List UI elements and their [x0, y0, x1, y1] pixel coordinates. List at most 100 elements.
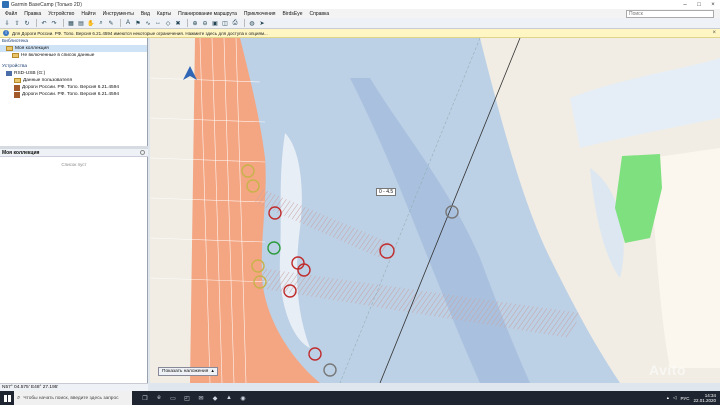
watermark-logo: Avito: [649, 362, 686, 378]
tree-item-label: Не включенные в список данные: [21, 53, 95, 58]
menu-edit[interactable]: Правка: [24, 11, 41, 17]
route-icon[interactable]: A: [124, 19, 132, 27]
waypoint-icon[interactable]: ⚑: [134, 19, 142, 27]
menu-device[interactable]: Устройство: [48, 11, 74, 17]
status-coordinates: N57° 04.575' E48° 27.195': [0, 383, 148, 391]
refresh-icon[interactable]: ↻: [23, 19, 31, 27]
area-icon[interactable]: ◇: [164, 19, 172, 27]
taskbar: ⌕ Чтобы начать поиск, введите здесь запр…: [0, 391, 720, 405]
tree-item-user-data[interactable]: Данные пользователя: [0, 77, 147, 84]
tree-item-collection[interactable]: Моя коллекция: [0, 45, 147, 52]
layers-icon[interactable]: ◫: [221, 19, 229, 27]
map-product-icon: [14, 84, 20, 91]
tree-item-map[interactable]: Дороги России. РФ. Топо. Версия 6.21.459…: [0, 84, 147, 91]
zoom-in-icon[interactable]: ⊕: [191, 19, 199, 27]
chart-icon[interactable]: ▦: [67, 19, 75, 27]
download-icon[interactable]: ⇩: [3, 19, 11, 27]
usb-drive-icon: [6, 71, 12, 76]
edge-icon[interactable]: e: [152, 391, 166, 405]
erase-icon[interactable]: ✖: [174, 19, 182, 27]
chrome-icon[interactable]: ◉: [236, 391, 250, 405]
maximize-button[interactable]: □: [692, 0, 706, 9]
task-view-icon[interactable]: ❐: [138, 391, 152, 405]
show-overlays-button[interactable]: Показать наложения ▴: [158, 367, 218, 376]
depth-label[interactable]: 0 - 4.5: [376, 188, 397, 196]
network-icon[interactable]: ▴: [667, 395, 669, 401]
toolbar-separator: [63, 19, 64, 27]
search-icon: ⌕: [17, 394, 21, 401]
clock[interactable]: 14:34 22.01.2020: [693, 393, 716, 403]
zoom-out-icon[interactable]: ⊖: [201, 19, 209, 27]
info-bar[interactable]: i Для Дороги России. РФ. Топо. Версия 6.…: [0, 29, 720, 38]
track-icon[interactable]: ∿: [144, 19, 152, 27]
toolbar: ⇩ ⇧ ↻ ↶ ↷ ▦ ▤ ✋ ⌕ ✎ A ⚑ ∿ ↔ ◇ ✖ ⊕ ⊖ ▣ ◫ …: [0, 18, 720, 29]
undo-icon[interactable]: ↶: [40, 19, 48, 27]
menu-maps[interactable]: Карты: [157, 11, 171, 17]
basecamp-icon[interactable]: ◆: [208, 391, 222, 405]
window-controls: – □ ×: [678, 0, 720, 9]
grid-icon[interactable]: ▣: [211, 19, 219, 27]
measure-icon[interactable]: ↔: [154, 19, 162, 27]
volume-icon[interactable]: ◁: [673, 395, 676, 401]
redo-icon[interactable]: ↷: [50, 19, 58, 27]
menu-bar: Файл Правка Устройство Найти Инструменты…: [0, 9, 720, 18]
clock-date: 22.01.2020: [693, 398, 716, 403]
store-icon[interactable]: ◰: [180, 391, 194, 405]
library-header[interactable]: Библиотека: [0, 38, 147, 45]
taskbar-search-text: Чтобы начать поиск, введите здесь запрос: [23, 395, 119, 401]
window-title: Garmin BaseCamp (Только 2D): [11, 1, 82, 8]
upload-icon[interactable]: ⇧: [13, 19, 21, 27]
tree-item-label: Данные пользователя: [23, 78, 73, 83]
info-icon: i: [3, 30, 9, 36]
toolbar-separator: [244, 19, 245, 27]
map-view[interactable]: 0 - 4.5 Показать наложения ▴: [150, 38, 720, 383]
overlay-button-label: Показать наложения: [162, 369, 209, 374]
tree-item-map[interactable]: Дороги России. РФ. Топо. Версия 6.21.459…: [0, 91, 147, 98]
menu-adventures[interactable]: Приключения: [244, 11, 276, 17]
system-tray: ▴ ◁ РУС 14:34 22.01.2020: [667, 391, 716, 405]
map-canvas[interactable]: [150, 38, 720, 383]
minimize-button[interactable]: –: [678, 0, 692, 9]
pin-icon[interactable]: [140, 150, 145, 155]
toolbar-separator: [187, 19, 188, 27]
start-button[interactable]: [0, 391, 14, 405]
search-input[interactable]: Поиск: [626, 10, 714, 18]
title-bar: Garmin BaseCamp (Только 2D) – □ ×: [0, 0, 720, 9]
close-button[interactable]: ×: [706, 0, 720, 9]
mail-icon[interactable]: ✉: [194, 391, 208, 405]
globe-icon[interactable]: ◍: [248, 19, 256, 27]
menu-birdseye[interactable]: BirdsEye: [283, 11, 303, 17]
menu-tools[interactable]: Инструменты: [103, 11, 134, 17]
folder-icon: [12, 53, 19, 58]
stats-icon[interactable]: ▤: [77, 19, 85, 27]
explorer-icon[interactable]: ▭: [166, 391, 180, 405]
tree-item-not-included[interactable]: Не включенные в список данные: [0, 52, 147, 59]
taskbar-apps: ❐ e ▭ ◰ ✉ ◆ ▲ ◉: [138, 391, 250, 405]
collection-pane-title: Моя коллекция: [2, 150, 40, 156]
photos-icon[interactable]: ▲: [222, 391, 236, 405]
send-icon[interactable]: ➤: [258, 19, 266, 27]
west-land: [150, 38, 195, 383]
hand-icon[interactable]: ✋: [87, 19, 95, 27]
menu-route-planning[interactable]: Планирование маршрута: [178, 11, 237, 17]
map-product-icon: [14, 91, 20, 98]
menu-file[interactable]: Файл: [5, 11, 17, 17]
tree-item-label: Моя коллекция: [15, 46, 49, 51]
tree-item-device[interactable]: RSD-USB (G:): [0, 70, 147, 77]
devices-header[interactable]: Устройства: [0, 63, 147, 70]
info-message[interactable]: Для Дороги России. РФ. Топо. Версия 6.21…: [12, 31, 268, 36]
menu-view[interactable]: Вид: [141, 11, 150, 17]
library-pane: Библиотека Моя коллекция Не включенные в…: [0, 38, 148, 383]
folder-icon: [6, 46, 13, 51]
menu-help[interactable]: Справка: [310, 11, 330, 17]
close-icon[interactable]: ×: [712, 30, 716, 36]
language-indicator[interactable]: РУС: [680, 396, 689, 401]
toolbar-separator: [120, 19, 121, 27]
print-icon[interactable]: ⎙: [231, 19, 239, 27]
tree-item-label: RSD-USB (G:): [14, 71, 46, 76]
windows-icon: [3, 394, 11, 402]
taskbar-search[interactable]: ⌕ Чтобы начать поиск, введите здесь запр…: [14, 391, 132, 405]
zoom-icon[interactable]: ⌕: [97, 19, 105, 27]
menu-find[interactable]: Найти: [81, 11, 95, 17]
pencil-icon[interactable]: ✎: [107, 19, 115, 27]
